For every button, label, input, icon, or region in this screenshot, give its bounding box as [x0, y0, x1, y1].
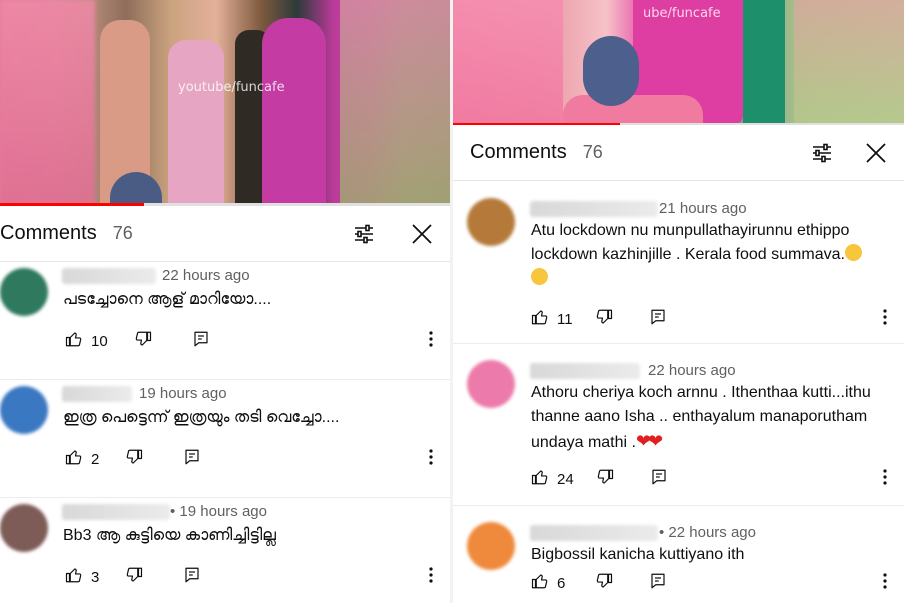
- comment-time: 19 hours ago: [139, 385, 227, 402]
- reply-icon[interactable]: [650, 468, 668, 490]
- author-name-blurred[interactable]: [62, 386, 132, 402]
- thumb-down-icon[interactable]: [595, 572, 613, 594]
- more-vertical-icon[interactable]: [428, 448, 434, 466]
- comment-actions: 24: [531, 468, 668, 490]
- avatar[interactable]: [0, 386, 48, 434]
- comment-actions: 6: [531, 572, 667, 594]
- comments-title: Comments: [0, 222, 97, 244]
- comment-actions: 2: [65, 448, 201, 470]
- thumb-down-icon[interactable]: [596, 468, 614, 490]
- comment-item: 21 hours ago Atu lockdown nu munpullatha…: [453, 182, 904, 344]
- video-blur-right: [340, 0, 450, 206]
- more-vertical-icon[interactable]: [882, 308, 888, 326]
- thumb-down-icon[interactable]: [125, 448, 143, 470]
- more-vertical-icon[interactable]: [882, 468, 888, 486]
- comment-text: Bigbossil kanicha kuttiyano ith: [531, 546, 745, 563]
- comment-time: • 22 hours ago: [659, 524, 756, 541]
- comment-time: • 19 hours ago: [170, 503, 267, 520]
- heart-emoji-icon: ❤❤: [635, 431, 663, 451]
- video-watermark: ube/funcafe: [643, 6, 721, 21]
- comment-time: 22 hours ago: [648, 362, 736, 379]
- thumb-up-icon[interactable]: [65, 330, 83, 352]
- reply-icon[interactable]: [649, 572, 667, 594]
- video-person: [563, 95, 703, 125]
- more-vertical-icon[interactable]: [428, 330, 434, 348]
- comments-count: 76: [112, 223, 133, 243]
- author-name-blurred[interactable]: [530, 201, 658, 217]
- comment-text: ഇത്ര പെട്ടെന്ന് ഇത്രയും തടി വെച്ചോ....: [63, 409, 340, 426]
- smiling-emoji-icon: [531, 268, 548, 285]
- reply-icon[interactable]: [649, 308, 667, 330]
- video-person: [168, 40, 224, 206]
- like-count: 24: [557, 470, 574, 488]
- comment-text: പടച്ചോനെ ആള് മാറിയോ....: [63, 291, 272, 308]
- close-icon[interactable]: [864, 141, 888, 165]
- comment-item: 19 hours ago ഇത്ര പെട്ടെന്ന് ഇത്രയും തടി…: [0, 380, 450, 498]
- author-name-blurred[interactable]: [62, 268, 156, 284]
- comment-item: 22 hours ago Athoru cheriya koch arnnu .…: [453, 344, 904, 506]
- filter-icon[interactable]: [810, 141, 834, 165]
- reply-icon[interactable]: [183, 566, 201, 588]
- reply-icon[interactable]: [192, 330, 210, 352]
- thumb-up-icon[interactable]: [65, 566, 83, 588]
- left-screenshot-panel: youtube/funcafe Comments 76 22 hours ago…: [0, 0, 450, 603]
- comment-item: • 22 hours ago Bigbossil kanicha kuttiya…: [453, 506, 904, 603]
- thumb-down-icon[interactable]: [595, 308, 613, 330]
- comment-text: Athoru cheriya koch arnnu . Ithenthaa ku…: [531, 381, 881, 455]
- avatar[interactable]: [467, 360, 515, 408]
- video-player[interactable]: ube/funcafe: [453, 0, 904, 125]
- like-count: 6: [557, 574, 566, 592]
- more-vertical-icon[interactable]: [882, 572, 888, 590]
- close-icon[interactable]: [410, 222, 434, 246]
- video-person: [262, 18, 326, 206]
- video-blur-left: [0, 0, 95, 206]
- comment-actions: 10: [65, 330, 210, 352]
- video-person-head: [583, 36, 639, 106]
- like-count: 10: [91, 332, 108, 350]
- thumb-up-icon[interactable]: [65, 448, 83, 470]
- video-blur-right: [794, 0, 904, 125]
- thumb-up-icon[interactable]: [531, 572, 549, 594]
- comments-title: Comments: [470, 141, 567, 163]
- video-blur-left: [453, 0, 563, 125]
- thumb-down-icon[interactable]: [125, 566, 143, 588]
- comment-actions: 11: [531, 308, 667, 330]
- thumb-up-icon[interactable]: [531, 468, 549, 490]
- comments-count: 76: [582, 142, 603, 162]
- comment-actions: 3: [65, 566, 201, 588]
- comments-list: 21 hours ago Atu lockdown nu munpullatha…: [453, 182, 904, 603]
- video-player[interactable]: youtube/funcafe: [0, 0, 450, 206]
- more-vertical-icon[interactable]: [428, 566, 434, 584]
- right-screenshot-panel: ube/funcafe Comments 76 21 hours ago Atu…: [453, 0, 904, 603]
- like-count: 11: [557, 310, 573, 328]
- comment-text: Bb3 ആ കുട്ടിയെ കാണിച്ചിട്ടില്ല: [63, 527, 276, 544]
- author-name-blurred[interactable]: [62, 504, 170, 520]
- yum-emoji-icon: [844, 244, 862, 261]
- comment-time: 21 hours ago: [659, 200, 747, 217]
- reply-icon[interactable]: [183, 448, 201, 470]
- comment-item: 22 hours ago പടച്ചോനെ ആള് മാറിയോ.... 10: [0, 262, 450, 380]
- thumb-down-icon[interactable]: [134, 330, 152, 352]
- video-person: [743, 0, 785, 125]
- thumb-up-icon[interactable]: [531, 308, 549, 330]
- comments-header: Comments 76: [453, 125, 904, 181]
- comments-list: 22 hours ago പടച്ചോനെ ആള് മാറിയോ.... 10 …: [0, 262, 450, 603]
- comment-text-content: Athoru cheriya koch arnnu . Ithenthaa ku…: [531, 384, 871, 451]
- comments-header: Comments 76: [0, 206, 450, 262]
- like-count: 3: [91, 568, 100, 586]
- avatar[interactable]: [0, 268, 48, 316]
- avatar[interactable]: [0, 504, 48, 552]
- author-name-blurred[interactable]: [530, 525, 658, 541]
- avatar[interactable]: [467, 522, 515, 570]
- avatar[interactable]: [467, 198, 515, 246]
- comment-text-content: Atu lockdown nu munpullathayirunnu ethip…: [531, 222, 850, 263]
- comment-time: 22 hours ago: [162, 267, 250, 284]
- like-count: 2: [91, 450, 100, 468]
- comment-text: Atu lockdown nu munpullathayirunnu ethip…: [531, 219, 881, 291]
- author-name-blurred[interactable]: [530, 363, 640, 379]
- filter-icon[interactable]: [352, 222, 376, 246]
- video-watermark: youtube/funcafe: [178, 80, 285, 95]
- comment-item: • 19 hours ago Bb3 ആ കുട്ടിയെ കാണിച്ചിട്…: [0, 498, 450, 603]
